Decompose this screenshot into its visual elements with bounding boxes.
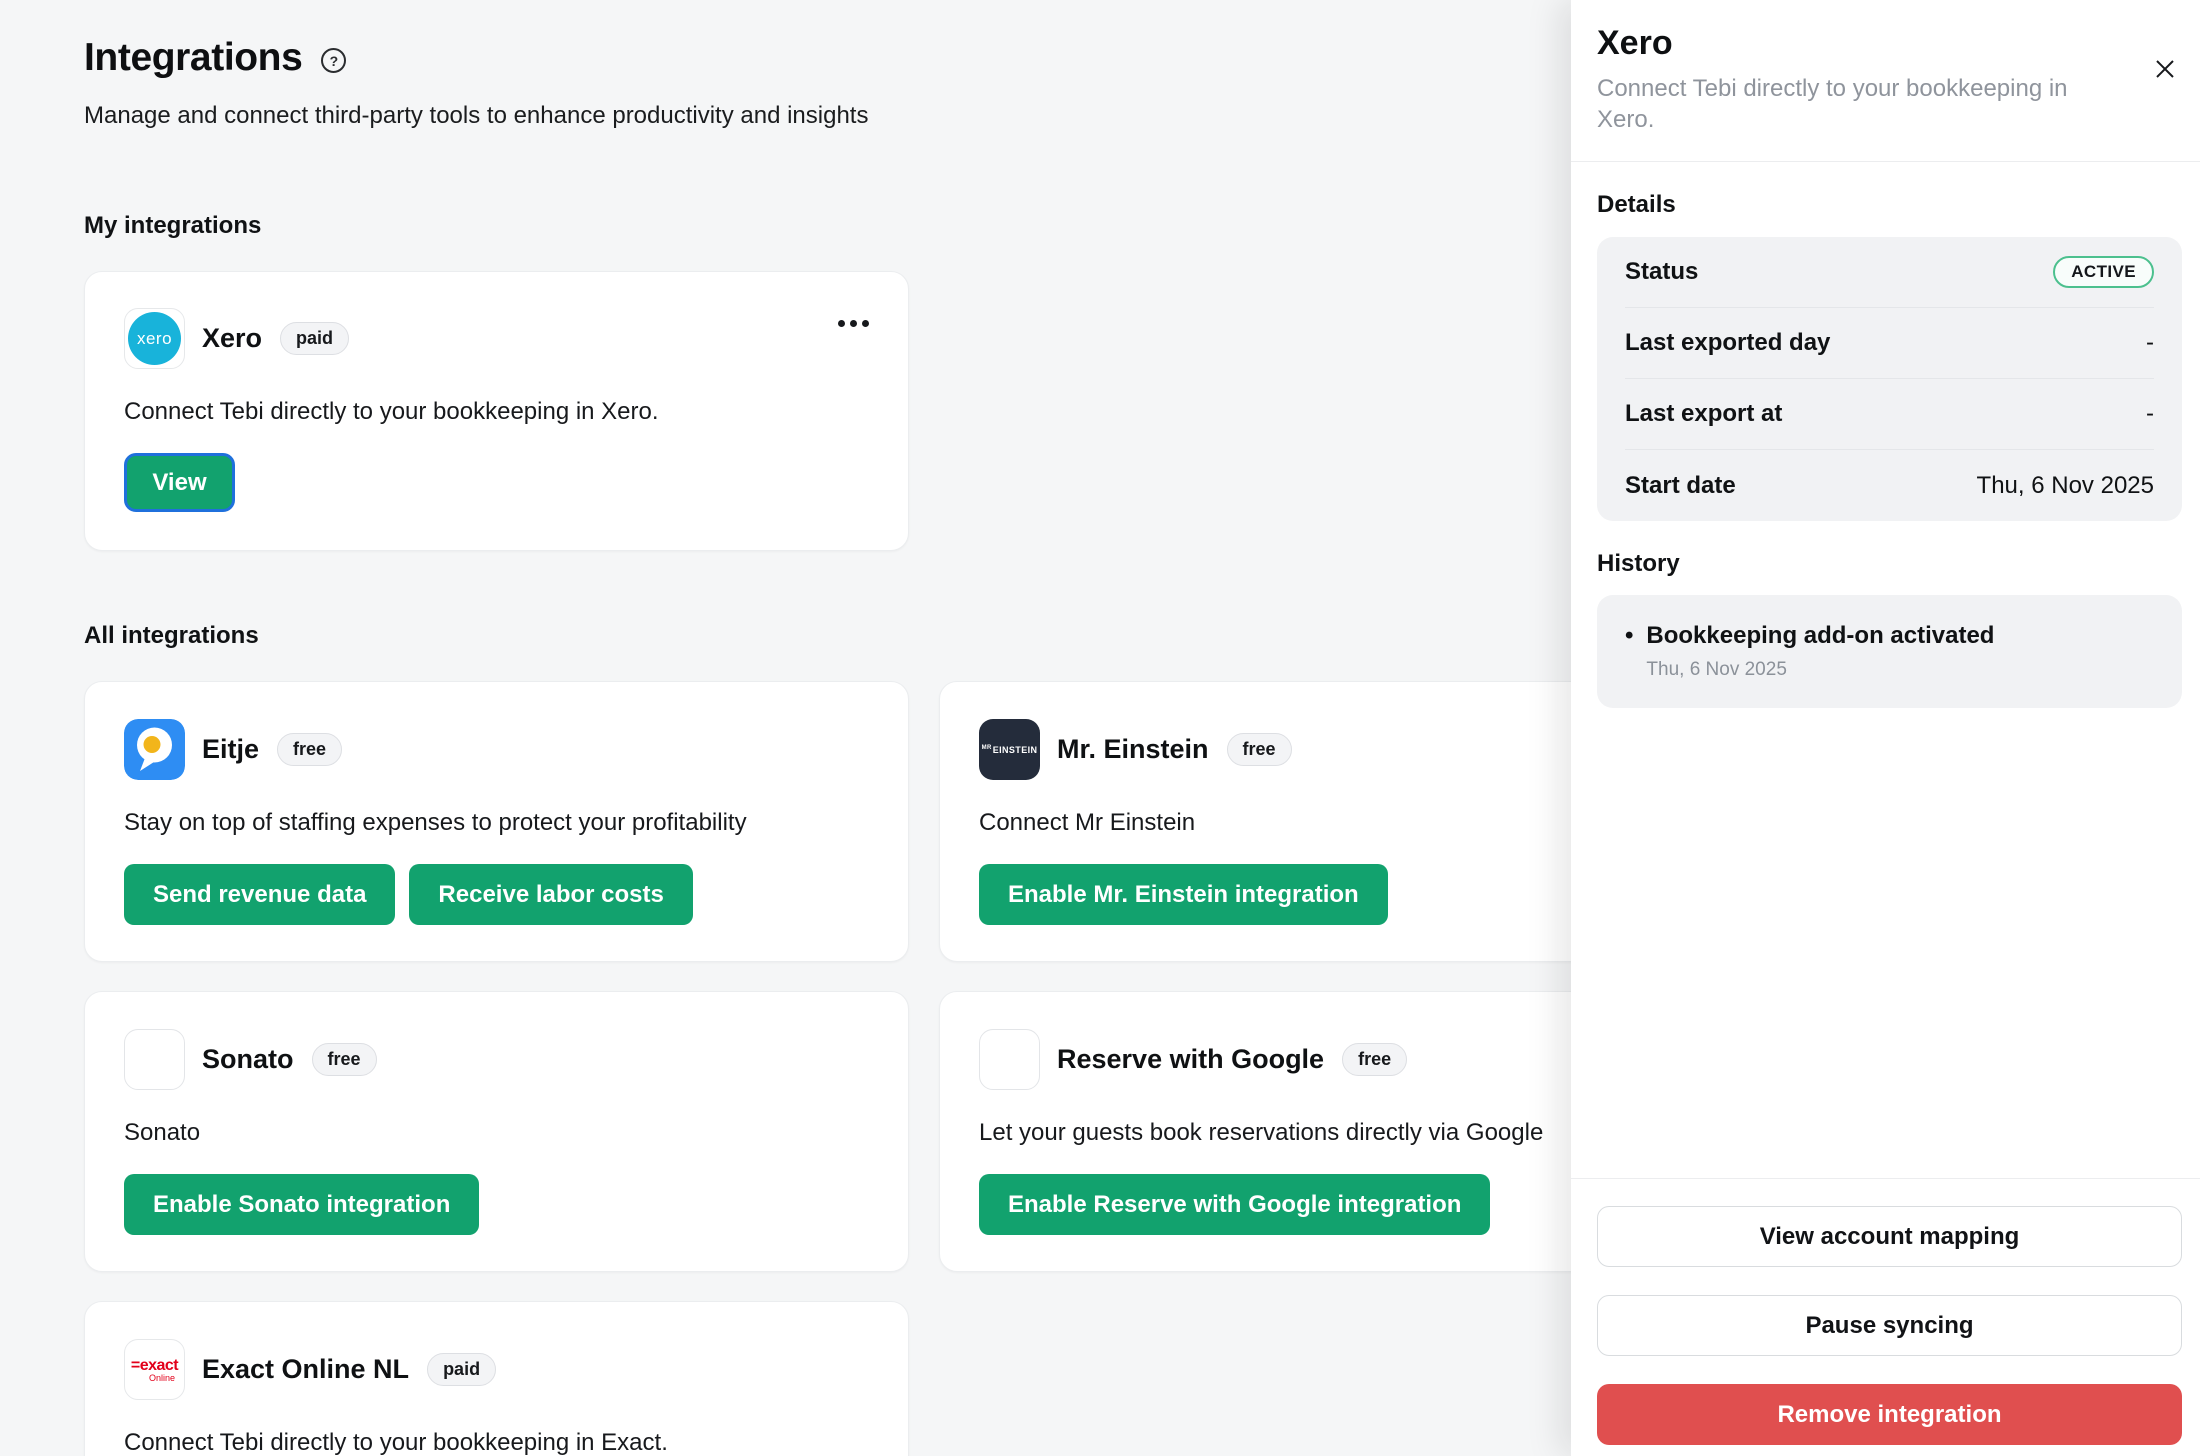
detail-value: Thu, 6 Nov 2025 (1977, 472, 2154, 500)
xero-app-icon: xero (124, 308, 185, 369)
view-account-mapping-button[interactable]: View account mapping (1597, 1206, 2182, 1267)
xero-logo: xero (128, 312, 181, 365)
detail-row-last-export-at: Last export at - (1625, 379, 2154, 450)
sonato-app-icon (124, 1029, 185, 1090)
card-name: Exact Online NL (202, 1354, 409, 1385)
panel-subtitle: Connect Tebi directly to your bookkeepin… (1597, 73, 2107, 135)
card-header: Sonato free (124, 1029, 869, 1090)
pricing-badge: free (1342, 1043, 1407, 1076)
detail-label: Last export at (1625, 400, 1782, 428)
details-box: Status ACTIVE Last exported day - Last e… (1597, 237, 2182, 521)
pricing-badge: free (277, 733, 342, 766)
exact-logo-subtext: Online (149, 1373, 175, 1383)
main-content: Integrations ? Manage and connect third-… (84, 0, 1784, 1456)
details-heading: Details (1597, 191, 2182, 219)
help-icon[interactable]: ? (321, 48, 346, 73)
card-description: Connect Tebi directly to your bookkeepin… (124, 398, 869, 426)
detail-row-status: Status ACTIVE (1625, 237, 2154, 308)
eitje-app-icon (124, 719, 185, 780)
receive-labor-costs-button[interactable]: Receive labor costs (409, 864, 692, 925)
enable-mr-einstein-button[interactable]: Enable Mr. Einstein integration (979, 864, 1388, 925)
page-header: Integrations ? (84, 36, 1784, 80)
history-box: • Bookkeeping add-on activated Thu, 6 No… (1597, 595, 2182, 708)
history-heading: History (1597, 550, 2182, 578)
einstein-logo-text: EINSTEIN (993, 745, 1038, 755)
pricing-badge: paid (427, 1353, 496, 1386)
panel-header: Xero Connect Tebi directly to your bookk… (1571, 0, 2200, 162)
card-header: xero Xero paid (124, 308, 869, 369)
card-name: Sonato (202, 1044, 294, 1075)
reserve-with-google-app-icon (979, 1029, 1040, 1090)
card-name: Xero (202, 323, 262, 354)
view-button[interactable]: View (124, 453, 235, 512)
history-item-title: Bookkeeping add-on activated (1646, 622, 1994, 650)
panel-footer: View account mapping Pause syncing Remov… (1571, 1178, 2200, 1456)
integration-card-eitje: Eitje free Stay on top of staffing expen… (84, 681, 909, 962)
detail-value: - (2146, 400, 2154, 428)
ellipsis-menu-icon[interactable] (838, 320, 869, 327)
integrations-page: Integrations ? Manage and connect third-… (0, 0, 2200, 1456)
close-icon[interactable] (2150, 54, 2180, 84)
pause-syncing-button[interactable]: Pause syncing (1597, 1295, 2182, 1356)
detail-value: - (2146, 329, 2154, 357)
integration-card-exact-online-nl: =exact Online Exact Online NL paid Conne… (84, 1301, 909, 1456)
card-actions: Send revenue data Receive labor costs (124, 864, 869, 925)
status-badge: ACTIVE (2053, 256, 2154, 288)
detail-row-start-date: Start date Thu, 6 Nov 2025 (1625, 450, 2154, 521)
my-integrations-heading: My integrations (84, 212, 1784, 240)
card-name: Eitje (202, 734, 259, 765)
panel-body: Details Status ACTIVE Last exported day … (1571, 191, 2200, 708)
all-integrations-heading: All integrations (84, 622, 1784, 650)
history-item-date: Thu, 6 Nov 2025 (1646, 659, 1994, 681)
card-name: Reserve with Google (1057, 1044, 1324, 1075)
panel-title: Xero (1597, 24, 2130, 63)
remove-integration-button[interactable]: Remove integration (1597, 1384, 2182, 1445)
mr-einstein-app-icon: MREINSTEIN (979, 719, 1040, 780)
page-subtitle: Manage and connect third-party tools to … (84, 102, 1784, 130)
enable-reserve-with-google-button[interactable]: Enable Reserve with Google integration (979, 1174, 1490, 1235)
bullet-icon: • (1625, 622, 1633, 681)
exact-online-app-icon: =exact Online (124, 1339, 185, 1400)
card-header: Eitje free (124, 719, 869, 780)
detail-label: Start date (1625, 472, 1736, 500)
detail-label: Last exported day (1625, 329, 1830, 357)
card-description: Sonato (124, 1119, 869, 1147)
detail-row-last-exported-day: Last exported day - (1625, 308, 2154, 379)
pricing-badge: paid (280, 322, 349, 355)
integrations-grid: Eitje free Stay on top of staffing expen… (84, 681, 1764, 1456)
card-name: Mr. Einstein (1057, 734, 1209, 765)
card-header: =exact Online Exact Online NL paid (124, 1339, 869, 1400)
einstein-logo-prefix: MR (982, 745, 992, 751)
card-actions: View (124, 453, 869, 512)
integration-card-xero: xero Xero paid Connect Tebi directly to … (84, 271, 909, 551)
eitje-logo-icon (124, 719, 185, 780)
page-title: Integrations (84, 36, 302, 80)
card-actions: Enable Sonato integration (124, 1174, 869, 1235)
pricing-badge: free (1227, 733, 1292, 766)
send-revenue-data-button[interactable]: Send revenue data (124, 864, 395, 925)
integration-card-sonato: Sonato free Sonato Enable Sonato integra… (84, 991, 909, 1272)
card-description: Connect Tebi directly to your bookkeepin… (124, 1429, 869, 1456)
detail-label: Status (1625, 258, 1698, 286)
pricing-badge: free (312, 1043, 377, 1076)
enable-sonato-button[interactable]: Enable Sonato integration (124, 1174, 479, 1235)
history-item: • Bookkeeping add-on activated Thu, 6 No… (1625, 622, 2154, 681)
xero-detail-panel: Xero Connect Tebi directly to your bookk… (1571, 0, 2200, 1456)
card-description: Stay on top of staffing expenses to prot… (124, 809, 869, 837)
